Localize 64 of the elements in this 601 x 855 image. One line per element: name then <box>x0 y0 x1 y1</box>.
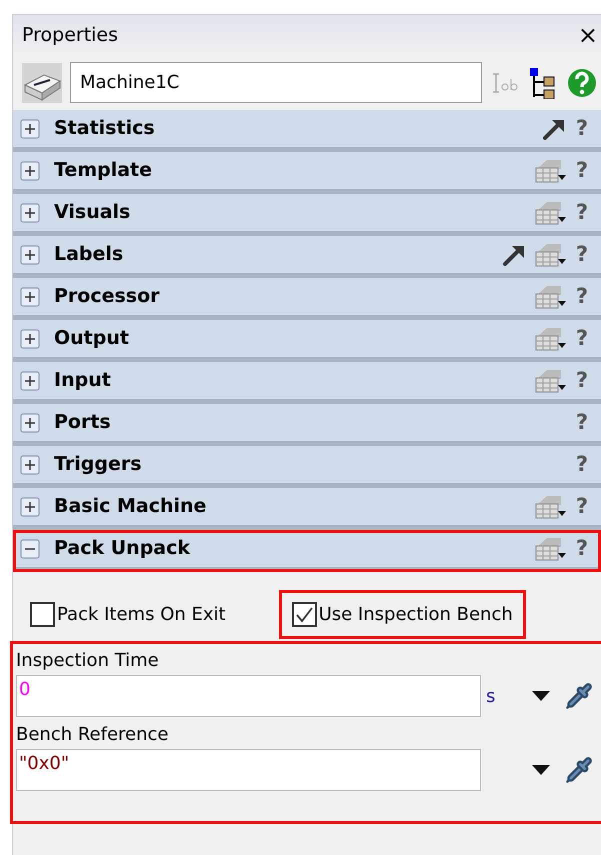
section-header[interactable]: Processor ? <box>13 278 601 320</box>
eyedropper-icon[interactable] <box>565 756 593 784</box>
check-icon <box>294 606 314 624</box>
dropdown-icon[interactable] <box>531 764 551 776</box>
section-header[interactable]: Triggers ? <box>13 446 601 488</box>
section-header[interactable]: Ports ? <box>13 404 601 446</box>
dropdown-icon[interactable] <box>531 690 551 702</box>
section-header[interactable]: Labels ? <box>13 236 601 278</box>
section-title: Input <box>54 368 112 394</box>
field-label: Inspection Time <box>16 649 160 673</box>
section-header[interactable]: Statistics ? <box>13 110 601 152</box>
name-field[interactable]: Machine1C <box>70 62 482 103</box>
help-mark[interactable]: ? <box>567 154 597 186</box>
collapse-icon[interactable] <box>20 538 40 558</box>
section-title: Statistics <box>54 116 156 142</box>
section-title: Triggers <box>54 452 143 478</box>
help-mark[interactable]: ? <box>567 364 597 396</box>
section-title: Basic Machine <box>54 494 208 520</box>
expand-icon[interactable] <box>20 370 40 390</box>
help-mark[interactable]: ? <box>567 322 597 354</box>
expand-icon[interactable] <box>20 496 40 516</box>
expand-icon[interactable] <box>20 118 40 138</box>
expand-icon[interactable] <box>20 286 40 306</box>
help-mark[interactable]: ? <box>567 280 597 312</box>
expand-icon[interactable] <box>20 412 40 432</box>
checkbox-option[interactable]: Pack Items On Exit <box>17 590 239 639</box>
help-mark[interactable]: ? <box>567 238 597 270</box>
section-title: Labels <box>54 242 124 268</box>
help-icon[interactable] <box>566 66 596 98</box>
expand-icon[interactable] <box>20 244 40 264</box>
section-title: Processor <box>54 284 161 310</box>
expand-icon[interactable] <box>20 454 40 474</box>
help-mark[interactable]: ? <box>567 112 597 144</box>
checkbox-label: Use Inspection Bench <box>318 603 513 627</box>
section-header[interactable]: Pack Unpack ? <box>13 530 601 572</box>
section-title: Template <box>54 158 154 184</box>
section-header[interactable]: Output ? <box>13 320 601 362</box>
checkbox[interactable] <box>292 602 317 627</box>
help-mark[interactable]: ? <box>567 532 597 564</box>
section-header[interactable]: Visuals ? <box>13 194 601 236</box>
section-title: Visuals <box>54 200 132 226</box>
help-mark[interactable]: ? <box>567 490 597 522</box>
section-title: Output <box>54 326 130 352</box>
expand-icon[interactable] <box>20 202 40 222</box>
checkbox-label: Pack Items On Exit <box>57 603 226 627</box>
machine-icon <box>22 62 62 102</box>
field-label: Bench Reference <box>16 723 170 747</box>
section-header[interactable]: Input ? <box>13 362 601 404</box>
help-mark[interactable]: ? <box>567 406 597 438</box>
help-mark[interactable]: ? <box>567 448 597 480</box>
value-field[interactable]: "0x0" <box>16 749 481 791</box>
section-header[interactable]: Basic Machine ? <box>13 488 601 530</box>
help-mark[interactable]: ? <box>567 196 597 228</box>
close-button[interactable]: × <box>578 23 598 47</box>
panel-title: Properties <box>22 22 118 48</box>
section-header[interactable]: Template ? <box>13 152 601 194</box>
expand-icon[interactable] <box>20 160 40 180</box>
section-title: Pack Unpack <box>54 536 192 562</box>
checkbox-option[interactable]: Use Inspection Bench <box>278 590 526 639</box>
section-title: Ports <box>54 410 112 436</box>
eyedropper-icon[interactable] <box>565 682 593 710</box>
checkbox[interactable] <box>30 602 55 627</box>
unit-label: s <box>486 686 496 706</box>
expand-icon[interactable] <box>20 328 40 348</box>
